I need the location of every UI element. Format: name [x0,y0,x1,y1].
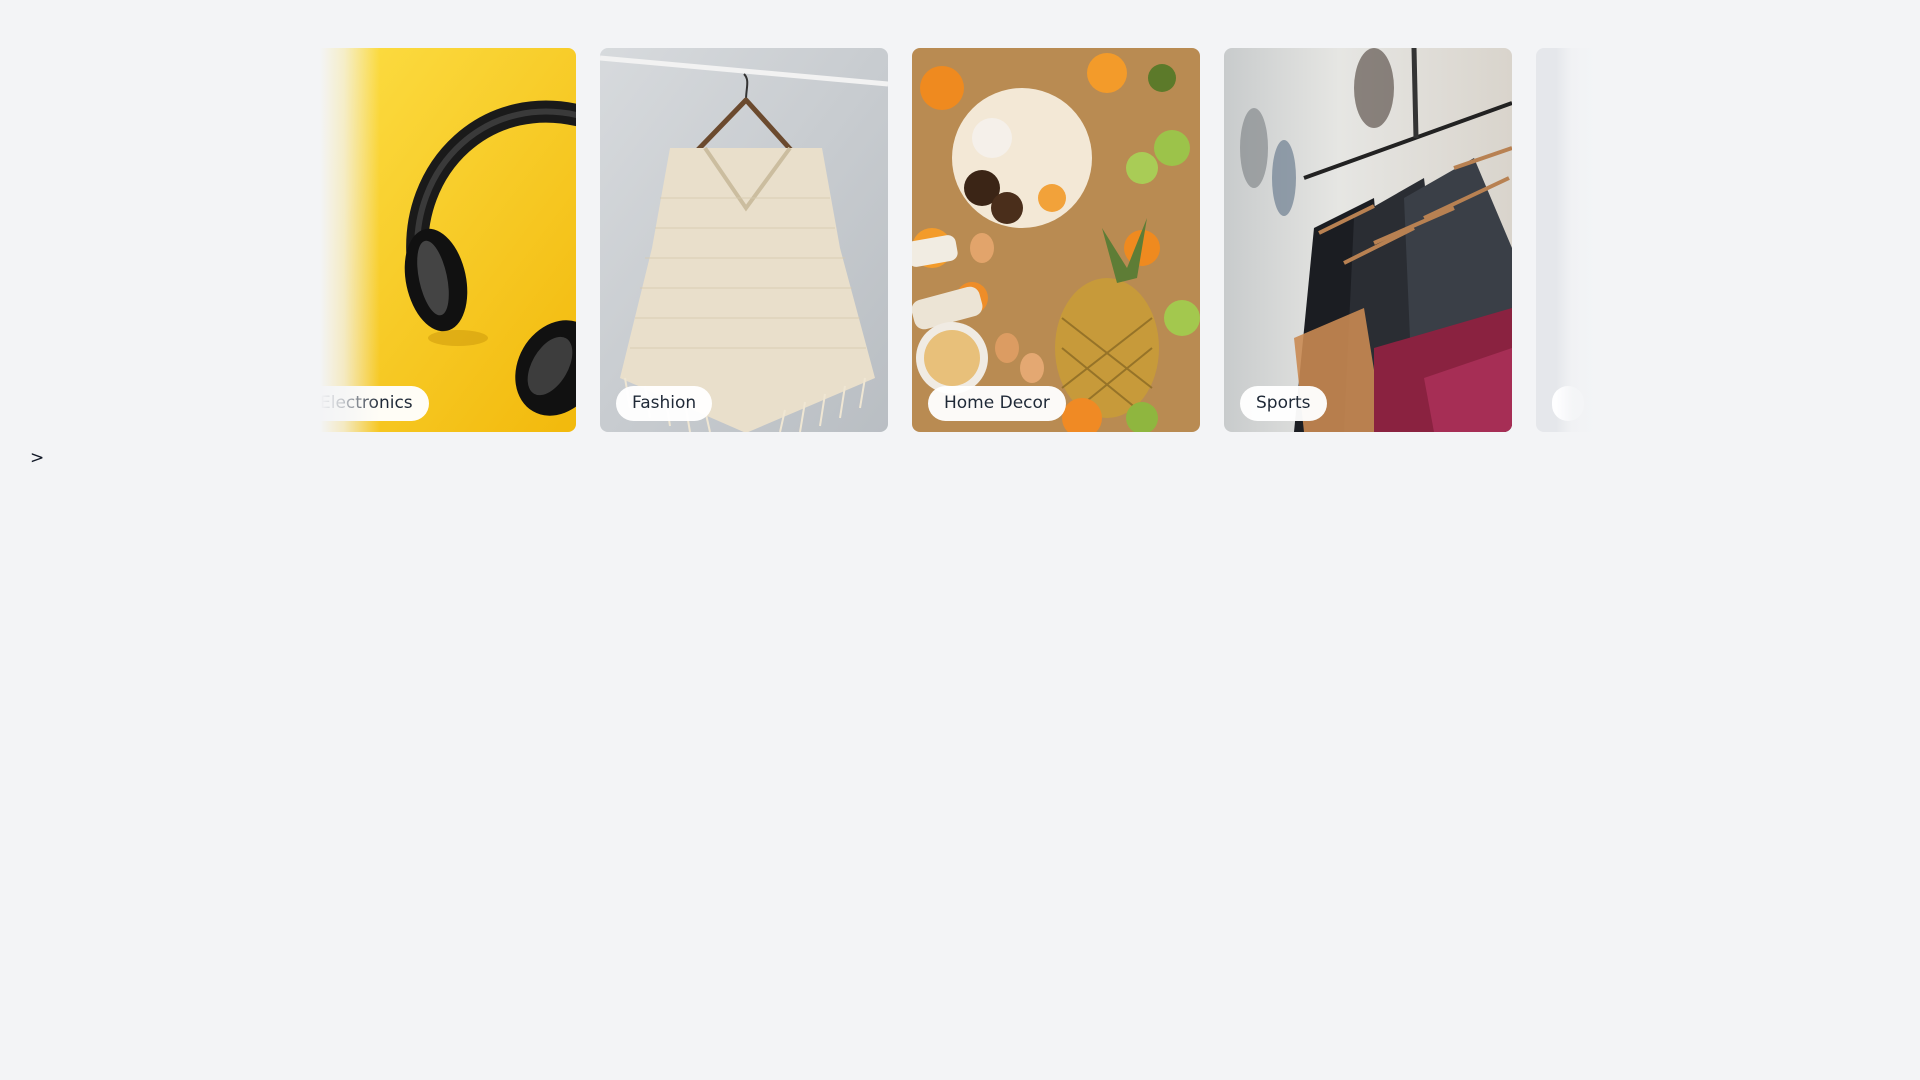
category-carousel: Electronics Fashion Home Decor Sports [320,48,1596,432]
category-label: Sports [1240,386,1327,421]
carousel-next-button[interactable]: > [30,448,44,468]
carousel-track: Electronics Fashion Home Decor Sports [320,48,1596,432]
category-label: Electronics [320,386,429,421]
clothing-rack-image [1224,48,1512,432]
category-card-home-decor[interactable]: Home Decor [912,48,1200,432]
category-label: Fashion [616,386,713,421]
headphones-image [320,48,576,432]
food-spread-image [912,48,1200,432]
category-label: Home Decor [928,386,1066,421]
poncho-image [600,48,888,432]
category-label [1552,386,1584,421]
category-card-partial[interactable] [1536,48,1596,432]
category-card-sports[interactable]: Sports [1224,48,1512,432]
partial-card-image [1536,48,1596,432]
category-card-fashion[interactable]: Fashion [600,48,888,432]
category-card-electronics[interactable]: Electronics [320,48,576,432]
